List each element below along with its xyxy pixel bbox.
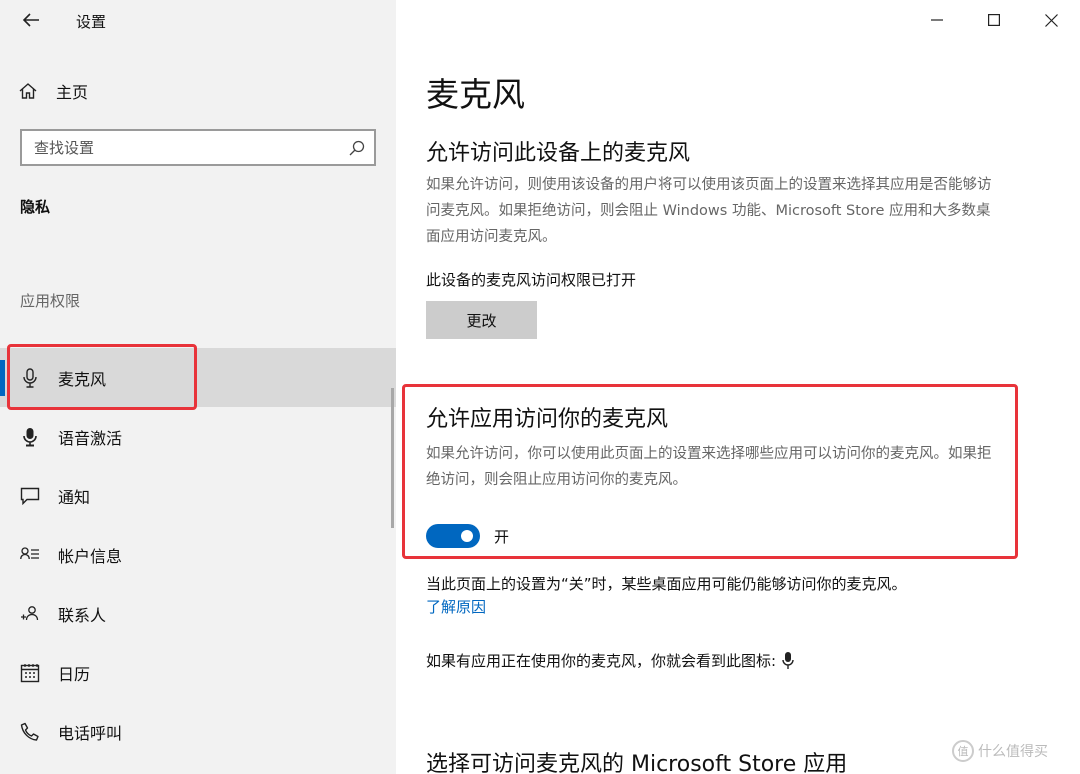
search-icon[interactable] — [348, 139, 366, 157]
notification-icon — [20, 486, 40, 506]
sidebar-item-microphone[interactable]: 麦克风 — [0, 348, 396, 407]
sidebar-item-label: 日历 — [58, 664, 91, 684]
sidebar-item-calendar[interactable]: 日历 — [0, 643, 396, 702]
app-access-toggle-row: 开 — [426, 524, 509, 548]
page-title: 麦克风 — [426, 75, 525, 114]
app-access-toggle[interactable] — [426, 524, 480, 548]
device-access-heading: 允许访问此设备上的麦克风 — [426, 141, 691, 166]
close-icon — [1044, 13, 1058, 27]
sidebar-item-label: 语音激活 — [58, 428, 123, 448]
change-button[interactable]: 更改 — [426, 301, 537, 339]
home-label: 主页 — [56, 83, 89, 102]
microphone-icon — [20, 367, 40, 388]
sidebar-scrollbar[interactable] — [391, 388, 394, 528]
contacts-icon — [20, 604, 40, 624]
app-access-description: 如果允许访问，你可以使用此页面上的设置来选择哪些应用可以访问你的麦克风。如果拒绝… — [426, 446, 992, 488]
device-access-description: 如果允许访问，则使用该设备的用户将可以使用该页面上的设置来选择其应用是否能够访问… — [426, 177, 992, 245]
toggle-knob — [461, 530, 473, 542]
sidebar-item-account-info[interactable]: 帐户信息 — [0, 525, 396, 584]
app-title: 设置 — [76, 13, 107, 31]
minimize-button[interactable] — [914, 0, 960, 40]
toggle-state-label: 开 — [494, 527, 510, 546]
sidebar-item-label: 联系人 — [58, 605, 107, 625]
back-arrow-icon — [22, 13, 39, 27]
calendar-icon — [20, 663, 40, 683]
maximize-button[interactable] — [971, 0, 1017, 40]
sidebar-item-label: 麦克风 — [58, 369, 107, 389]
sidebar-item-label: 通知 — [58, 487, 91, 507]
sidebar-item-notifications[interactable]: 通知 — [0, 466, 396, 525]
group-label: 应用权限 — [20, 292, 81, 310]
sidebar-item-label: 帐户信息 — [58, 546, 123, 566]
desktop-apps-note: 当此页面上的设置为“关”时，某些桌面应用可能仍能够访问你的麦克风。 — [426, 575, 907, 593]
voice-activation-icon — [20, 427, 40, 447]
app-access-heading: 允许应用访问你的麦克风 — [426, 407, 669, 432]
microphone-in-use-icon — [782, 651, 794, 669]
account-info-icon — [20, 545, 40, 565]
sidebar-item-phone-calls[interactable]: 电话呼叫 — [0, 702, 396, 761]
sidebar-item-voice-activation[interactable]: 语音激活 — [0, 407, 396, 466]
device-access-status: 此设备的麦克风访问权限已打开 — [426, 271, 637, 289]
close-button[interactable] — [1028, 0, 1074, 40]
phone-icon — [20, 722, 40, 742]
learn-more-link[interactable]: 了解原因 — [426, 596, 486, 617]
sidebar-item-label: 电话呼叫 — [58, 723, 123, 743]
icon-note-text: 如果有应用正在使用你的麦克风，你就会看到此图标: — [426, 652, 777, 670]
watermark: 值 什么值得买 — [952, 740, 1048, 762]
section-heading: 隐私 — [20, 198, 51, 216]
watermark-badge: 值 — [952, 740, 974, 762]
minimize-icon — [931, 19, 943, 21]
home-icon — [19, 83, 37, 99]
maximize-icon — [988, 14, 1000, 26]
sidebar: 设置 主页 隐私 应用权限 麦克风 语音激活 通知 — [0, 0, 396, 774]
search-box[interactable] — [20, 129, 376, 166]
store-apps-heading: 选择可访问麦克风的 Microsoft Store 应用 — [426, 752, 848, 774]
watermark-text: 什么值得买 — [978, 744, 1048, 760]
search-input[interactable] — [22, 131, 322, 164]
sidebar-item-contacts[interactable]: 联系人 — [0, 584, 396, 643]
back-button[interactable] — [14, 6, 48, 34]
nav-list: 麦克风 语音激活 通知 帐户信息 联系人 日历 电话呼叫 — [0, 348, 396, 761]
sidebar-item-home[interactable]: 主页 — [18, 76, 88, 106]
icon-note: 如果有应用正在使用你的麦克风，你就会看到此图标: — [426, 650, 794, 671]
